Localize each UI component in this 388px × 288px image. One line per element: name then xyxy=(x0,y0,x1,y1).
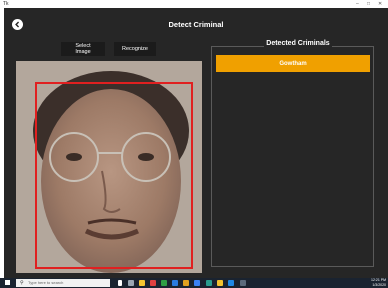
chrome-icon[interactable] xyxy=(161,280,167,286)
results-title-text: Detected Criminals xyxy=(264,40,332,47)
start-icon[interactable] xyxy=(5,280,10,285)
settings-icon[interactable] xyxy=(183,280,189,286)
results-panel xyxy=(211,46,374,267)
edge-icon[interactable] xyxy=(128,280,134,286)
search-placeholder: Type here to search xyxy=(28,280,64,285)
mail-icon[interactable] xyxy=(172,280,178,286)
taskbar-clock[interactable]: 12:21 PM 1/3/2020 xyxy=(366,278,386,288)
terminal-icon[interactable] xyxy=(206,280,212,286)
file-explorer-icon[interactable] xyxy=(139,280,145,286)
close-button[interactable]: ✕ xyxy=(378,1,382,7)
search-icon: ⚲ xyxy=(20,280,24,286)
clock-date: 1/3/2020 xyxy=(372,283,386,287)
page-title: Detect Criminal xyxy=(168,20,224,29)
python-icon[interactable] xyxy=(217,280,223,286)
result-item[interactable]: Gowtham xyxy=(216,55,370,72)
detection-box xyxy=(35,82,193,269)
maximize-button[interactable]: □ xyxy=(367,1,370,7)
minimize-button[interactable]: – xyxy=(356,1,359,7)
vscode-icon[interactable] xyxy=(228,280,234,286)
results-title: Detected Criminals xyxy=(0,40,384,47)
photos-icon[interactable] xyxy=(194,280,200,286)
taskbar: ⚲ Type here to search 12:21 PM 1/3/2020 xyxy=(0,278,388,288)
taskbar-search-input[interactable]: ⚲ Type here to search xyxy=(16,279,110,287)
window-titlebar: Tk – □ ✕ xyxy=(0,0,388,8)
store-icon[interactable] xyxy=(150,280,156,286)
window-title: Tk xyxy=(3,1,9,7)
more-icon[interactable] xyxy=(240,280,246,286)
task-view-icon[interactable] xyxy=(118,280,122,286)
